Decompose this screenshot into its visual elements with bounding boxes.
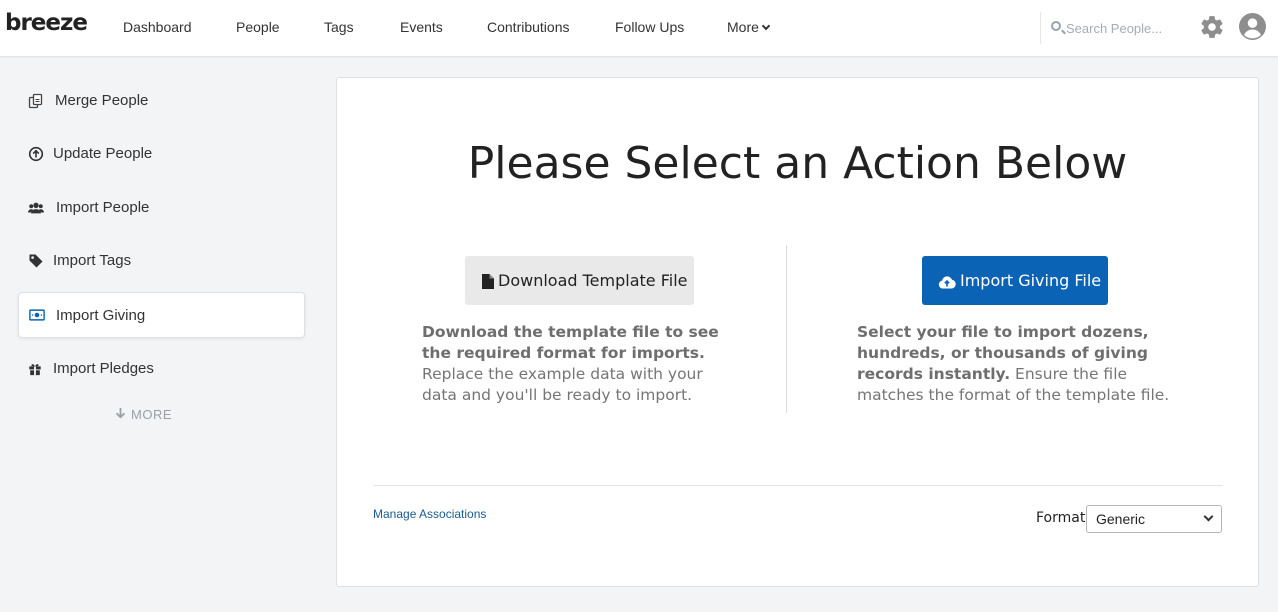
main-panel: Please Select an Action Below Download T… <box>336 77 1259 587</box>
gear-icon[interactable] <box>1199 14 1225 40</box>
chevron-down-icon <box>1203 511 1214 522</box>
nav-contributions[interactable]: Contributions <box>487 19 570 35</box>
sidebar-item-import-giving[interactable]: Import Giving <box>18 292 305 338</box>
file-icon <box>482 274 494 289</box>
sidebar-item-import-people[interactable]: Import People <box>18 185 305 231</box>
horizontal-divider <box>373 485 1223 486</box>
sidebar-item-label: Update People <box>53 145 153 162</box>
import-giving-file-label: Import Giving File <box>960 271 1102 290</box>
users-icon <box>28 202 44 214</box>
merge-icon <box>28 93 43 109</box>
download-description-rest: Replace the example data with your data … <box>422 365 703 404</box>
top-navbar: breeze Dashboard People Tags Events Cont… <box>0 0 1278 57</box>
tag-icon <box>29 254 43 268</box>
vertical-divider <box>786 245 787 413</box>
nav-more-label: More <box>727 19 759 35</box>
nav-follow-ups[interactable]: Follow Ups <box>615 19 684 35</box>
money-icon <box>29 309 45 321</box>
nav-events[interactable]: Events <box>400 19 443 35</box>
download-description: Download the template file to see the re… <box>422 322 742 406</box>
import-description: Select your file to import dozens, hundr… <box>857 322 1177 406</box>
nav-more[interactable]: More <box>727 19 771 35</box>
sidebar-more-label: MORE <box>131 407 172 422</box>
sidebar-item-label: Import Pledges <box>53 360 154 377</box>
nav-tags[interactable]: Tags <box>324 19 354 35</box>
cloud-upload-icon <box>938 276 956 289</box>
sidebar-item-merge-people[interactable]: Merge People <box>18 78 305 124</box>
format-select-value: Generic <box>1096 511 1146 527</box>
download-template-label: Download Template File <box>498 271 688 290</box>
sidebar-item-label: Merge People <box>55 92 149 109</box>
nav-dashboard[interactable]: Dashboard <box>123 19 192 35</box>
nav-people[interactable]: People <box>236 19 280 35</box>
format-label: Format: <box>1036 510 1091 526</box>
manage-associations-link[interactable]: Manage Associations <box>373 507 486 521</box>
format-select[interactable]: Generic <box>1086 505 1222 533</box>
search-box <box>1040 12 1180 44</box>
user-avatar-icon[interactable] <box>1239 13 1266 40</box>
arrow-down-icon <box>115 408 126 419</box>
sidebar-item-update-people[interactable]: Update People <box>18 131 305 177</box>
page-title: Please Select an Action Below <box>467 138 1128 189</box>
sidebar-item-label: Import Giving <box>56 307 146 324</box>
sidebar-item-label: Import Tags <box>53 252 132 269</box>
search-icon <box>1051 21 1061 31</box>
sidebar-more-link[interactable]: MORE <box>115 407 172 422</box>
breeze-logo[interactable]: breeze <box>5 10 88 36</box>
sidebar-item-import-tags[interactable]: Import Tags <box>18 238 305 284</box>
upload-circle-icon <box>28 146 44 162</box>
sidebar-item-import-pledges[interactable]: Import Pledges <box>18 346 305 392</box>
gift-icon <box>29 364 41 376</box>
search-input[interactable] <box>1066 18 1176 38</box>
sidebar-item-label: Import People <box>56 199 150 216</box>
download-description-bold: Download the template file to see the re… <box>422 323 719 362</box>
chevron-down-icon <box>761 21 771 31</box>
import-giving-file-button[interactable]: Import Giving File <box>922 256 1108 305</box>
download-template-button[interactable]: Download Template File <box>465 256 694 305</box>
